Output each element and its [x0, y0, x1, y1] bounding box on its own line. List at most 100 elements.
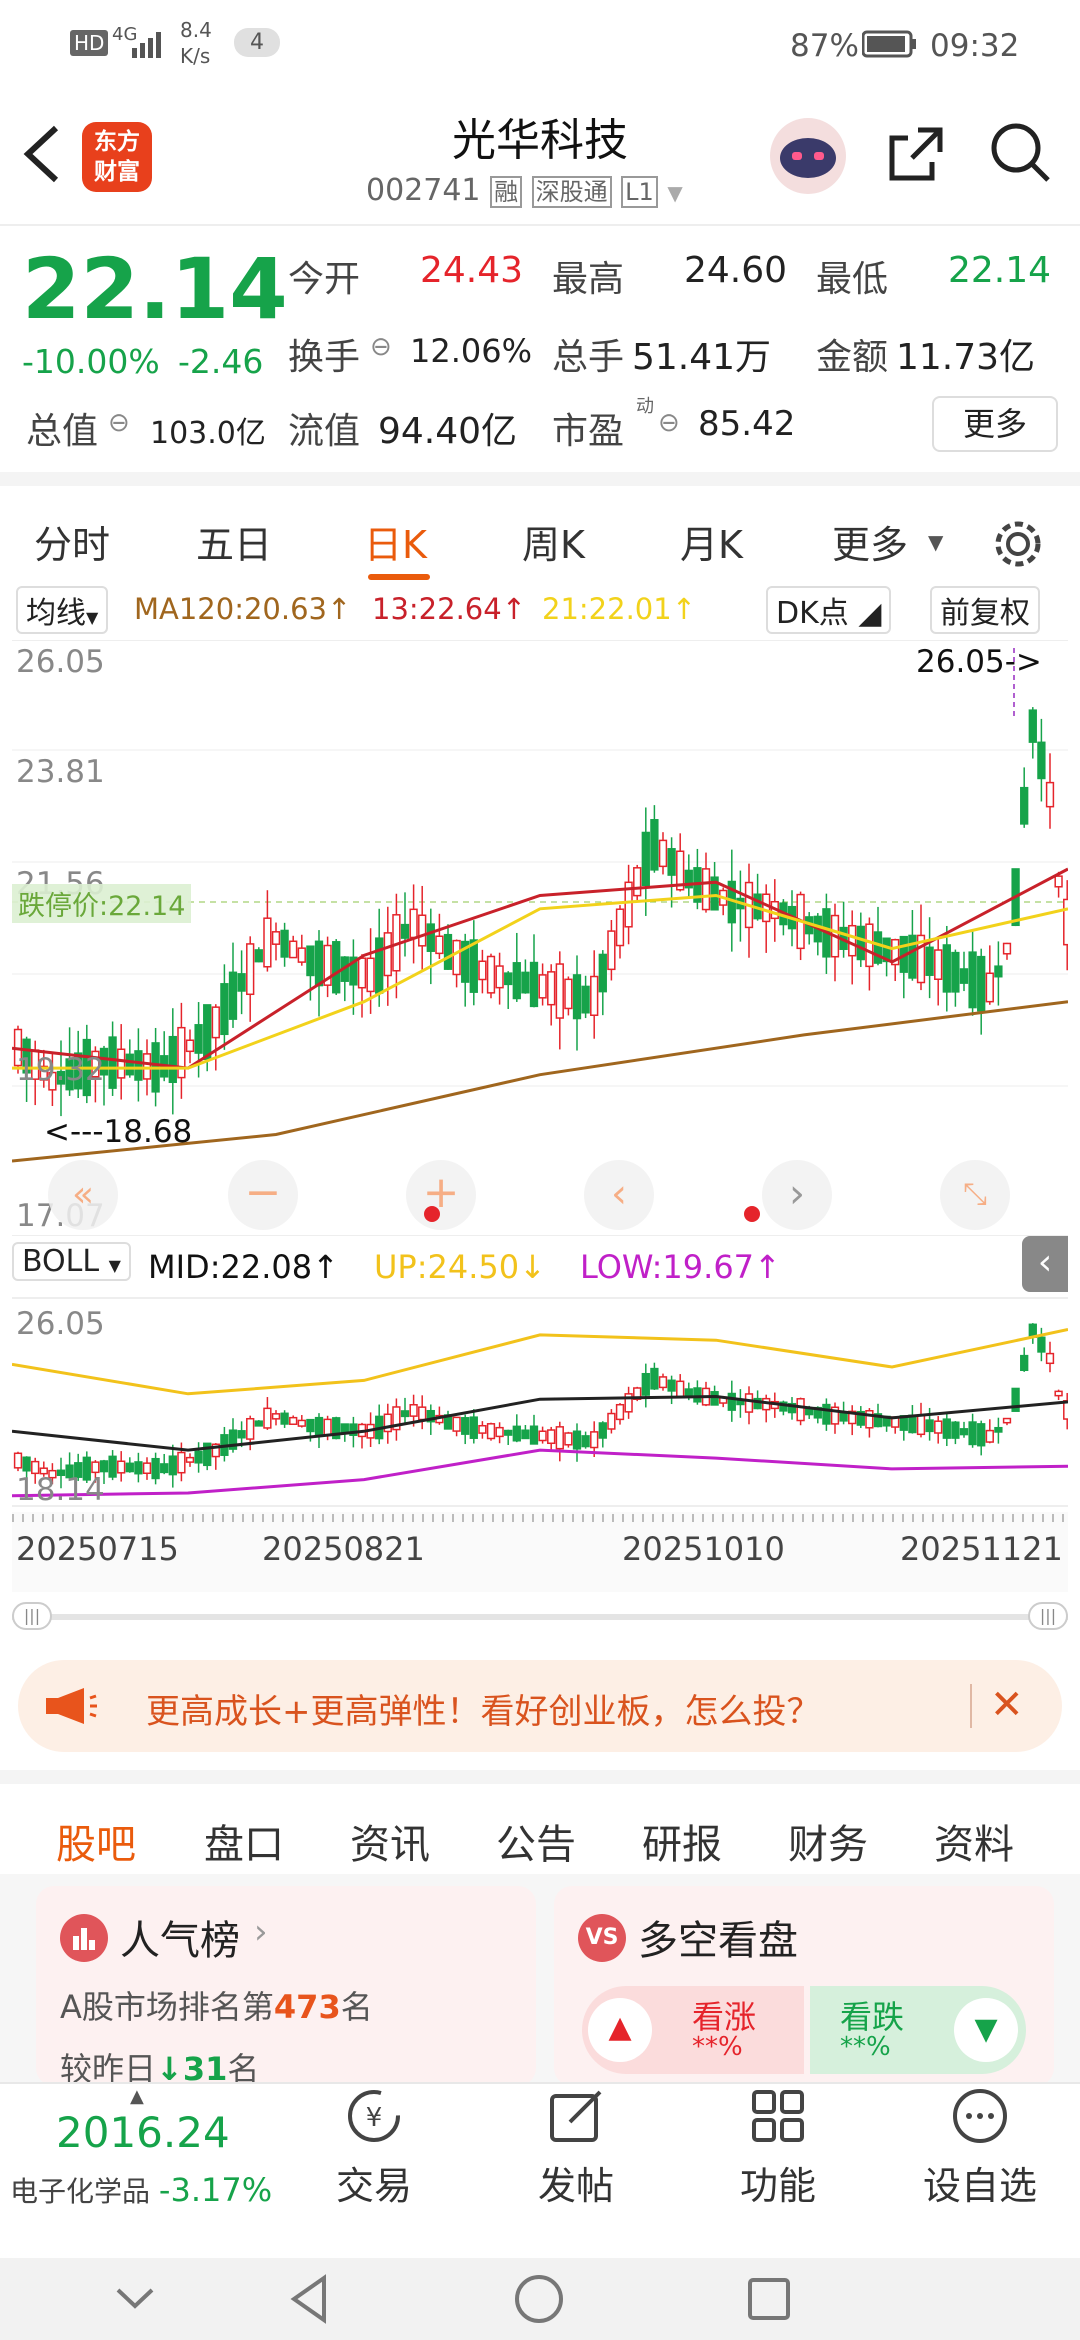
industry-row[interactable]: 电子化学品 -3.17%: [10, 2170, 272, 2210]
candle-body: [1002, 1417, 1012, 1424]
candle-body: [856, 925, 865, 961]
candle-body: [607, 1412, 616, 1430]
bull-button[interactable]: ▲ 看涨 **%: [582, 1986, 804, 2074]
turnover-info-icon[interactable]: ⊖: [370, 332, 392, 362]
industry-index-value[interactable]: 2016.24: [56, 2108, 230, 2157]
tab-more[interactable]: 更多: [832, 514, 908, 569]
search-icon[interactable]: [988, 120, 1054, 186]
turnover-label: 换手: [288, 337, 361, 378]
post-nav[interactable]: 发帖: [506, 2086, 646, 2210]
date-ticks: [12, 1514, 1068, 1522]
scroller-right-handle[interactable]: |||: [1028, 1602, 1068, 1630]
step-left-icon[interactable]: ‹: [584, 1160, 654, 1230]
boll-up: UP:24.50↓: [374, 1248, 546, 1286]
info-icon[interactable]: ⊖: [108, 408, 130, 438]
margin-tag: 融: [490, 176, 523, 208]
candle-body: [280, 1412, 289, 1425]
back-nav-icon[interactable]: [284, 2272, 334, 2326]
tab-guba[interactable]: 股吧: [56, 1812, 136, 1870]
feature-cards: 人气榜 › A股市场排名第473名 较昨日↓31名 VS 多空看盘 ▲ 看涨 *…: [0, 1874, 1080, 2086]
candle-body: [529, 1425, 539, 1445]
pe-sup: 动: [636, 396, 654, 417]
home-nav-icon[interactable]: [512, 2272, 566, 2326]
watchlist-nav[interactable]: 设自选: [910, 2086, 1050, 2210]
boll-mid-value: MID:22.08: [148, 1248, 313, 1286]
recents-nav-icon[interactable]: [744, 2274, 794, 2324]
tab-intraday[interactable]: 分时: [34, 514, 110, 569]
robot-avatar-icon[interactable]: [770, 118, 846, 194]
candle-body: [942, 1418, 951, 1439]
tab-profile[interactable]: 资料: [934, 1812, 1014, 1870]
bear-button[interactable]: 看跌 **% ▼: [810, 1986, 1026, 2074]
candle-body: [486, 1423, 496, 1440]
net-speed: 8.4: [180, 18, 212, 42]
boll-selector[interactable]: BOLL ▼: [12, 1242, 131, 1281]
candle-body: [185, 1456, 195, 1463]
candle-body: [134, 1461, 143, 1475]
tab-daily-k[interactable]: 日K: [364, 514, 427, 569]
candle-body: [151, 1457, 160, 1480]
close-icon[interactable]: ✕: [990, 1682, 1024, 1728]
pe-info-icon[interactable]: ⊖: [658, 408, 680, 438]
boll-dropdown-icon: ▼: [108, 1256, 121, 1275]
zoom-in-icon[interactable]: +: [406, 1160, 476, 1230]
dk-point-button[interactable]: DK点 ◢: [766, 586, 892, 634]
tab-news[interactable]: 资讯: [350, 1812, 430, 1870]
zoom-dot: [424, 1206, 440, 1222]
promo-banner[interactable]: 更高成长+更高弹性！看好创业板，怎么投？ ✕: [18, 1660, 1062, 1752]
popular-card[interactable]: 人气榜 › A股市场排名第473名 较昨日↓31名: [36, 1886, 536, 2086]
scroll-left-fast-icon[interactable]: «: [48, 1160, 118, 1230]
candle-body: [1054, 1390, 1063, 1397]
candle-body: [985, 1429, 994, 1443]
candle-body: [1037, 1336, 1046, 1353]
ma-selector[interactable]: 均线▼: [16, 586, 109, 634]
collapse-panel-icon[interactable]: ‹: [1022, 1236, 1068, 1292]
kline-chart[interactable]: 26.05 23.81 21.56 19.32 17.07 26.05-> <-…: [12, 640, 1068, 1236]
candle-body: [478, 1424, 487, 1434]
candle-body: [91, 1461, 100, 1474]
fullscreen-icon[interactable]: ⤡: [940, 1160, 1010, 1230]
candle-body: [246, 943, 255, 996]
bullbear-card[interactable]: VS 多空看盘 ▲ 看涨 **% 看跌 **% ▼: [554, 1886, 1054, 2086]
tab-five-day[interactable]: 五日: [196, 514, 272, 569]
share-icon[interactable]: [884, 122, 948, 186]
candle-body: [512, 1425, 521, 1442]
change-suffix: 名: [227, 2050, 260, 2084]
candle-body: [426, 923, 435, 952]
rank-change-line: 较昨日↓31名: [60, 2044, 259, 2084]
boll-chart[interactable]: 26.05 18.14: [12, 1296, 1068, 1508]
tab-announcement[interactable]: 公告: [496, 1812, 576, 1870]
dropdown-icon[interactable]: ▼: [667, 181, 682, 205]
tab-finance[interactable]: 财务: [788, 1812, 868, 1870]
zoom-out-icon[interactable]: −: [228, 1160, 298, 1230]
candle-body: [985, 972, 994, 1003]
candle-body: [452, 1416, 461, 1432]
back-icon[interactable]: [20, 122, 64, 186]
scroller-left-handle[interactable]: |||: [12, 1602, 52, 1630]
function-nav[interactable]: 功能: [708, 2086, 848, 2210]
candle-body: [598, 1422, 607, 1439]
candle-body: [701, 868, 711, 911]
adjust-button[interactable]: 前复权: [930, 586, 1040, 634]
candle-body: [194, 1024, 203, 1054]
tab-monthly-k[interactable]: 月K: [680, 514, 743, 569]
bear-arrow-icon: ▼: [954, 1998, 1018, 2062]
tab-research[interactable]: 研报: [642, 1812, 722, 1870]
change-value: -2.46: [178, 342, 264, 381]
candle-body: [650, 819, 659, 871]
ma21-value: 21:22.01: [542, 592, 672, 626]
boll-y-top: 26.05: [16, 1306, 105, 1342]
settings-gear-icon[interactable]: [990, 516, 1046, 572]
hide-nav-icon[interactable]: [110, 2278, 160, 2318]
tab-weekly-k[interactable]: 周K: [522, 514, 585, 569]
candle-body: [1020, 1354, 1029, 1372]
trade-nav[interactable]: ¥ 交易: [304, 2086, 444, 2210]
tab-pankou[interactable]: 盘口: [204, 1812, 284, 1870]
candle-body: [590, 1431, 599, 1449]
more-button[interactable]: 更多: [932, 396, 1058, 452]
high-label: 最高: [552, 259, 625, 300]
range-scroller[interactable]: ||| |||: [12, 1602, 1068, 1630]
candle-body: [469, 939, 478, 993]
step-right-icon[interactable]: ›: [762, 1160, 832, 1230]
candle-body: [168, 1035, 177, 1084]
